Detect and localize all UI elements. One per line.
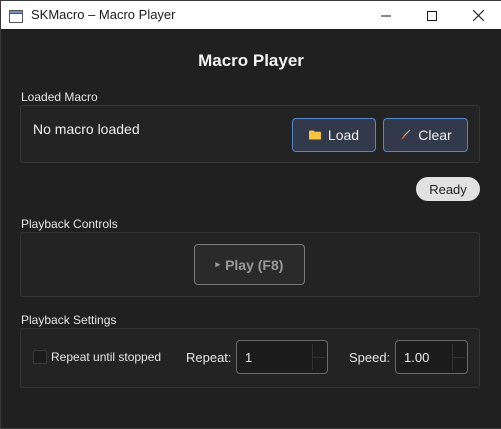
load-button-label: Load — [327, 127, 360, 143]
repeat-stepper — [312, 344, 325, 370]
macro-player-window: SKMacro – Macro Player Macro Player Load… — [0, 0, 501, 429]
loaded-macro-status: No macro loaded — [33, 121, 140, 137]
speed-value: 1.00 — [404, 350, 430, 365]
maximize-button[interactable] — [409, 1, 455, 29]
playback-controls-group-label: Playback Controls — [21, 217, 118, 231]
playback-settings-group-label: Playback Settings — [21, 313, 117, 327]
window-title: SKMacro – Macro Player — [31, 7, 176, 22]
repeat-label: Repeat: — [186, 350, 232, 365]
app-window-icon — [9, 8, 23, 23]
folder-icon — [308, 130, 321, 140]
close-icon — [472, 6, 484, 25]
speed-decrement-button[interactable] — [453, 357, 465, 370]
clear-button-label: Clear — [418, 127, 452, 143]
speed-increment-button[interactable] — [453, 344, 465, 358]
repeat-value: 1 — [245, 350, 253, 365]
repeat-increment-button[interactable] — [313, 344, 325, 358]
load-button[interactable]: Load — [292, 118, 376, 152]
playback-controls-group: ▸ Play (F8) — [20, 232, 480, 297]
play-icon: ▸ — [215, 259, 221, 269]
loaded-macro-group: No macro loaded Load Clear — [20, 105, 480, 163]
speed-stepper — [452, 344, 465, 370]
page-title: Macro Player — [198, 51, 304, 70]
speed-spinbox[interactable]: 1.00 — [395, 340, 468, 374]
minimize-icon — [381, 6, 391, 25]
broom-icon — [399, 129, 411, 141]
repeat-until-stopped-label[interactable]: Repeat until stopped — [51, 350, 161, 364]
play-button[interactable]: ▸ Play (F8) — [194, 244, 305, 285]
play-button-label: Play (F8) — [225, 256, 284, 273]
status-badge: Ready — [416, 177, 480, 201]
minimize-button[interactable] — [363, 1, 409, 29]
repeat-until-stopped-checkbox[interactable] — [33, 350, 47, 364]
maximize-icon — [427, 6, 437, 25]
speed-label: Speed: — [349, 350, 391, 365]
repeat-spinbox[interactable]: 1 — [236, 340, 328, 374]
title-bar[interactable]: SKMacro – Macro Player — [1, 1, 501, 29]
close-button[interactable] — [455, 1, 501, 29]
repeat-decrement-button[interactable] — [313, 357, 325, 370]
playback-settings-group: Repeat until stopped Repeat: 1 Speed: 1.… — [20, 328, 480, 388]
clear-button[interactable]: Clear — [383, 118, 468, 152]
loaded-macro-group-label: Loaded Macro — [21, 90, 98, 104]
